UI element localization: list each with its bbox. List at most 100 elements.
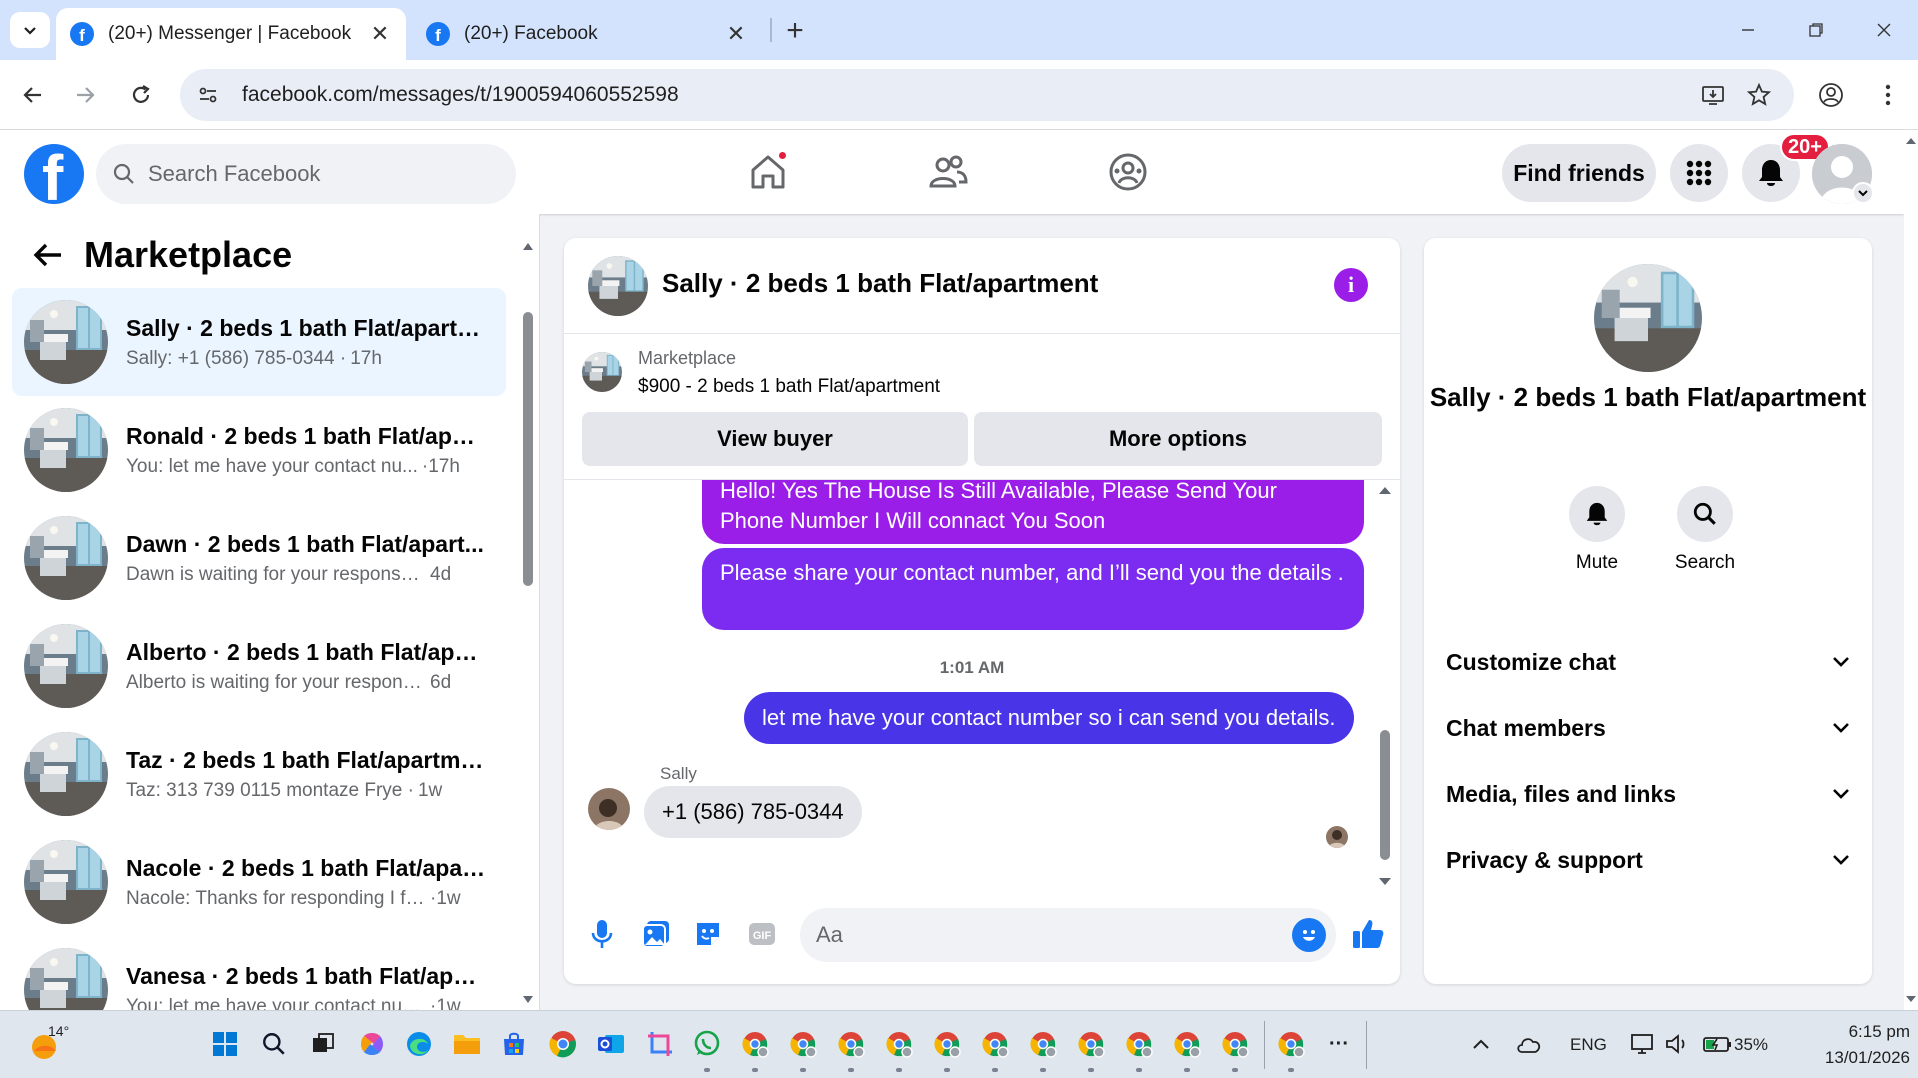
nav-groups[interactable]: [1098, 142, 1158, 202]
show-hidden-icons-button[interactable]: [1464, 1027, 1498, 1061]
chrome-window-button[interactable]: [1026, 1027, 1060, 1061]
conversation-item[interactable]: Alberto · 2 beds 1 bath Flat/apar... Alb…: [12, 612, 506, 720]
chrome-window-button[interactable]: [1074, 1027, 1108, 1061]
chrome-window-button[interactable]: [1122, 1027, 1156, 1061]
sender-avatar[interactable]: [588, 788, 630, 830]
sticker-button[interactable]: [688, 914, 728, 954]
message-bubble-outgoing[interactable]: Please share your contact number, and I’…: [702, 548, 1364, 630]
attach-media-button[interactable]: [636, 914, 676, 954]
battery-button[interactable]: [1700, 1027, 1734, 1061]
chat-title[interactable]: Sally · 2 beds 1 bath Flat/apartment: [662, 268, 1098, 299]
section-privacy-support[interactable]: Privacy & support: [1446, 832, 1850, 888]
chrome-active-window-button[interactable]: [1274, 1027, 1308, 1061]
microsoft-store-button[interactable]: [497, 1027, 531, 1061]
facebook-logo[interactable]: f: [24, 144, 84, 204]
onedrive-button[interactable]: [1512, 1027, 1546, 1061]
edge-button[interactable]: [402, 1027, 436, 1061]
conversation-item[interactable]: Nacole · 2 beds 1 bath Flat/apart... Nac…: [12, 828, 506, 936]
facebook-search-input[interactable]: [148, 161, 468, 187]
section-customize-chat[interactable]: Customize chat: [1446, 634, 1850, 690]
chrome-window-button[interactable]: [1218, 1027, 1252, 1061]
back-to-chats-button[interactable]: [28, 235, 68, 275]
chrome-taskbar-button[interactable]: [546, 1027, 580, 1061]
facebook-search-box[interactable]: [96, 144, 516, 204]
close-window-button[interactable]: [1862, 12, 1906, 48]
close-tab-icon[interactable]: ✕: [368, 21, 392, 46]
taskbar-search-button[interactable]: [257, 1027, 291, 1061]
message-input-wrapper[interactable]: [800, 908, 1336, 962]
conversation-item[interactable]: Sally · 2 beds 1 bath Flat/apartm... Sal…: [12, 288, 506, 396]
more-options-button[interactable]: More options: [974, 412, 1382, 466]
minimize-button[interactable]: [1726, 12, 1770, 48]
conversation-info-button[interactable]: i: [1334, 268, 1368, 302]
send-like-button[interactable]: [1348, 914, 1388, 954]
chrome-window-button[interactable]: [738, 1027, 772, 1061]
chat-avatar[interactable]: [588, 256, 648, 316]
chrome-window-button[interactable]: [834, 1027, 868, 1061]
gif-button[interactable]: GIF: [742, 914, 782, 954]
close-tab-icon[interactable]: ✕: [724, 21, 748, 46]
message-bubble-outgoing[interactable]: let me have your contact number so i can…: [744, 692, 1354, 744]
chrome-window-button[interactable]: [930, 1027, 964, 1061]
nav-home[interactable]: [738, 142, 798, 202]
url-text[interactable]: facebook.com/messages/t/1900594060552598: [242, 83, 1692, 107]
whatsapp-button[interactable]: [690, 1027, 724, 1061]
outlook-button[interactable]: [594, 1027, 628, 1061]
restore-button[interactable]: [1794, 12, 1838, 48]
volume-button[interactable]: [1660, 1027, 1694, 1061]
page-scrollbar[interactable]: [1904, 130, 1918, 1010]
section-media-files-links[interactable]: Media, files and links: [1446, 766, 1850, 822]
voice-clip-button[interactable]: [582, 914, 622, 954]
find-friends-button[interactable]: Find friends: [1502, 144, 1656, 202]
message-thread-scroll-thumb[interactable]: [1380, 730, 1390, 860]
message-bubble-outgoing[interactable]: Hello! Yes The House Is Still Available,…: [702, 480, 1364, 544]
search-in-conversation-button[interactable]: [1677, 486, 1733, 542]
conversation-list-scroll-thumb[interactable]: [523, 312, 533, 586]
site-info-button[interactable]: [188, 75, 228, 115]
conversation-item[interactable]: Taz · 2 beds 1 bath Flat/apartment Taz: …: [12, 720, 506, 828]
back-button[interactable]: [14, 76, 52, 114]
network-button[interactable]: [1626, 1027, 1660, 1061]
conversation-name: Dawn · 2 beds 1 bath Flat/apart...: [126, 530, 484, 557]
conversation-item[interactable]: Ronald · 2 beds 1 bath Flat/apart... You…: [12, 396, 506, 504]
nav-friends[interactable]: [918, 142, 978, 202]
emoji-button[interactable]: [1292, 918, 1326, 952]
reload-button[interactable]: [122, 76, 160, 114]
task-view-button[interactable]: [306, 1027, 340, 1061]
section-chat-members[interactable]: Chat members: [1446, 700, 1850, 756]
conversation-item[interactable]: Vanesa · 2 beds 1 bath Flat/apart... You…: [12, 936, 506, 1010]
more-taskbar-items-button[interactable]: ···: [1322, 1027, 1356, 1061]
mute-button[interactable]: [1569, 486, 1625, 542]
browser-tab-facebook[interactable]: f (20+) Facebook ✕: [412, 8, 762, 60]
tab-search-button[interactable]: [10, 12, 50, 48]
browser-menu-button[interactable]: [1870, 76, 1906, 114]
new-tab-button[interactable]: +: [778, 14, 812, 48]
address-bar[interactable]: facebook.com/messages/t/1900594060552598: [180, 69, 1794, 121]
view-buyer-button[interactable]: View buyer: [582, 412, 968, 466]
browser-tab-messenger[interactable]: f (20+) Messenger | Facebook ✕: [56, 8, 406, 60]
mute-action[interactable]: Mute: [1552, 486, 1642, 574]
search-action[interactable]: Search: [1660, 486, 1750, 574]
copilot-button[interactable]: [355, 1027, 389, 1061]
install-app-button[interactable]: [1692, 74, 1734, 116]
chrome-window-button[interactable]: [786, 1027, 820, 1061]
snipping-tool-button[interactable]: [643, 1027, 677, 1061]
listing-thumbnail[interactable]: [582, 352, 622, 392]
message-bubble-incoming[interactable]: +1 (586) 785-0344: [644, 786, 862, 838]
start-button[interactable]: [208, 1027, 242, 1061]
chrome-window-button[interactable]: [882, 1027, 916, 1061]
listing-title[interactable]: $900 - 2 beds 1 bath Flat/apartment: [638, 376, 940, 398]
message-input[interactable]: [816, 922, 1276, 948]
menu-grid-button[interactable]: [1670, 144, 1728, 202]
conversation-item[interactable]: Dawn · 2 beds 1 bath Flat/apart... Dawn …: [12, 504, 506, 612]
profile-avatar[interactable]: [1594, 264, 1702, 372]
chrome-window-button[interactable]: [1170, 1027, 1204, 1061]
account-caret[interactable]: [1852, 182, 1874, 204]
chrome-window-button[interactable]: [978, 1027, 1012, 1061]
taskbar-clock[interactable]: 6:15 pm 13/01/2026: [1790, 1019, 1910, 1071]
file-explorer-button[interactable]: [450, 1027, 484, 1061]
input-language[interactable]: ENG: [1570, 1035, 1607, 1055]
forward-button[interactable]: [66, 76, 104, 114]
bookmark-button[interactable]: [1738, 74, 1780, 116]
browser-profile-button[interactable]: [1812, 76, 1850, 114]
